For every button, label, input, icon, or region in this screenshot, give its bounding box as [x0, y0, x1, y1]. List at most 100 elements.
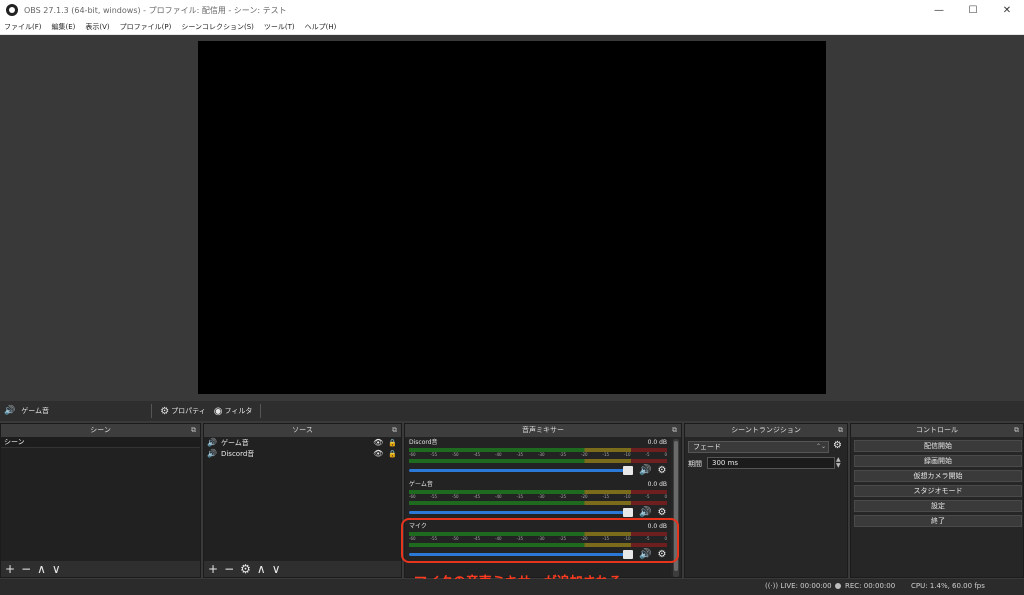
source-name: ゲーム音 [220, 438, 249, 447]
chevron-updown-icon: ⌃⌄ [815, 443, 826, 450]
menu-scene-collection[interactable]: シーンコレクション(S) [181, 22, 254, 32]
visibility-eye-icon[interactable]: 👁 [373, 449, 383, 458]
rec-status: REC: 00:00:00 [835, 582, 895, 590]
start-recording-button[interactable]: 録画開始 [854, 455, 1022, 467]
add-source-icon[interactable]: + [208, 561, 218, 577]
minimize-button[interactable]: — [922, 0, 956, 20]
move-up-icon[interactable]: ∧ [37, 561, 46, 577]
window-title: OBS 27.1.3 (64-bit, windows) - プロファイル: 配… [24, 5, 287, 15]
source-item[interactable]: 🔊 ゲーム音 👁 🔒 [204, 437, 401, 448]
sources-list: 🔊 ゲーム音 👁 🔒 🔊 Discord音 👁 🔒 [204, 437, 401, 561]
undock-icon[interactable]: ⧉ [672, 424, 677, 437]
sources-title-label: ソース [292, 426, 313, 434]
mic-mixer-highlight [401, 518, 679, 563]
volume-meter [409, 459, 667, 463]
scene-transitions-dock: シーントランジション ⧉ フェード ⌃⌄ ⚙ 期間 300 ms ▲ ▼ [684, 423, 848, 578]
properties-button[interactable]: ⚙ プロパティ [156, 406, 210, 417]
source-item[interactable]: 🔊 Discord音 👁 🔒 [204, 448, 401, 459]
speaker-icon: 🔊 [4, 406, 16, 416]
slider-handle[interactable] [623, 508, 633, 517]
close-button[interactable]: ✕ [990, 0, 1024, 20]
live-time: LIVE: 00:00:00 [780, 582, 832, 590]
volume-slider[interactable] [409, 508, 633, 517]
visibility-eye-icon[interactable]: 👁 [373, 438, 383, 447]
mixer-channel-game: ゲーム音 0.0 dB -60 -55 -50 -45 -40 -35 -30 -25 -20-… [407, 481, 669, 519]
channel-db: 0.0 dB [647, 439, 667, 446]
transitions-dock-title: シーントランジション ⧉ [685, 424, 847, 437]
speaker-icon[interactable]: 🔊 [639, 507, 651, 518]
speaker-icon: 🔊 [207, 449, 217, 458]
duration-label: 期間 [688, 460, 702, 468]
channel-name: ゲーム音 [409, 481, 433, 488]
divider [151, 404, 153, 418]
cpu-status: CPU: 1.4%, 60.00 fps [911, 582, 985, 590]
menu-bar: ファイル(F) 編集(E) 表示(V) プロファイル(P) シーンコレクション(… [0, 20, 1024, 35]
properties-label: プロパティ [171, 407, 206, 415]
exit-button[interactable]: 終了 [854, 515, 1022, 527]
channel-db: 0.0 dB [647, 481, 667, 488]
speaker-icon: 🔊 [207, 438, 217, 447]
undock-icon[interactable]: ⧉ [191, 424, 196, 437]
broadcast-icon: ((·)) [765, 582, 779, 590]
studio-mode-button[interactable]: スタジオモード [854, 485, 1022, 497]
menu-tools[interactable]: ツール(T) [264, 22, 295, 32]
move-down-icon[interactable]: ∨ [52, 561, 61, 577]
controls-dock-title: コントロール ⧉ [851, 424, 1023, 437]
controls-title-label: コントロール [916, 426, 958, 434]
filters-label: フィルタ [224, 407, 253, 415]
scene-item[interactable]: シーン [1, 437, 200, 448]
volume-slider[interactable] [409, 466, 633, 475]
menu-file[interactable]: ファイル(F) [4, 22, 42, 32]
filters-button[interactable]: ◉ フィルタ [210, 406, 257, 417]
mixer-dock-title: 音声ミキサー ⧉ [405, 424, 681, 437]
menu-profile[interactable]: プロファイル(P) [120, 22, 172, 32]
remove-source-icon[interactable]: − [224, 561, 234, 577]
transition-type-value: フェード [693, 443, 721, 451]
gear-icon[interactable]: ⚙ [240, 561, 251, 577]
transitions-title-label: シーントランジション [731, 426, 801, 434]
undock-icon[interactable]: ⧉ [1014, 424, 1019, 437]
menu-help[interactable]: ヘルプ(H) [305, 22, 337, 32]
scenes-title-label: シーン [90, 426, 111, 434]
meter-ticks: -60 -55 -50 -45 -40 -35 -30 -25 -20 -15 -10 -5 0 [409, 494, 667, 499]
gear-icon[interactable]: ⚙ [657, 507, 666, 518]
scenes-dock-title: シーン ⧉ [1, 424, 200, 437]
preview-canvas[interactable] [198, 41, 826, 394]
filter-icon: ◉ [213, 405, 223, 417]
add-scene-icon[interactable]: + [5, 561, 15, 577]
source-name: Discord音 [220, 449, 255, 458]
sources-dock-title: ソース ⧉ [204, 424, 401, 437]
meter-ticks: -60 -55 -50 -45 -40 -35 -30 -25 -20 -15 -10 -5 0 [409, 452, 667, 457]
menu-edit[interactable]: 編集(E) [52, 22, 76, 32]
volume-meter [409, 501, 667, 505]
status-bar: ((·)) LIVE: 00:00:00 REC: 00:00:00 CPU: … [0, 579, 1024, 595]
record-icon [835, 583, 841, 589]
divider [260, 404, 262, 418]
channel-name: Discord音 [409, 439, 438, 446]
slider-handle[interactable] [623, 466, 633, 475]
duration-input[interactable]: 300 ms [707, 457, 835, 469]
move-up-icon[interactable]: ∧ [257, 561, 266, 577]
undock-icon[interactable]: ⧉ [838, 424, 843, 437]
selected-source-name: ゲーム音 [21, 407, 50, 415]
move-down-icon[interactable]: ∨ [272, 561, 281, 577]
title-bar: OBS 27.1.3 (64-bit, windows) - プロファイル: 配… [0, 0, 1024, 20]
gear-icon[interactable]: ⚙ [657, 465, 666, 476]
source-context-bar: 🔊 ゲーム音 ⚙ プロパティ ◉ フィルタ [0, 401, 1024, 421]
transition-type-select[interactable]: フェード ⌃⌄ [688, 441, 829, 453]
settings-button[interactable]: 設定 [854, 500, 1022, 512]
lock-icon[interactable]: 🔒 [388, 439, 397, 447]
gear-icon[interactable]: ⚙ [833, 440, 842, 451]
rec-time: REC: 00:00:00 [845, 582, 896, 590]
duration-spinner[interactable]: ▲ ▼ [836, 457, 841, 469]
menu-view[interactable]: 表示(V) [85, 22, 109, 32]
start-streaming-button[interactable]: 配信開始 [854, 440, 1022, 452]
undock-icon[interactable]: ⧉ [392, 424, 397, 437]
remove-scene-icon[interactable]: − [21, 561, 31, 577]
controls-dock: コントロール ⧉ 配信開始 録画開始 仮想カメラ開始 スタジオモード 設定 終了 [850, 423, 1024, 578]
lock-icon[interactable]: 🔒 [388, 450, 397, 458]
start-virtual-camera-button[interactable]: 仮想カメラ開始 [854, 470, 1022, 482]
preview-area [0, 35, 1024, 401]
maximize-button[interactable]: ☐ [956, 0, 990, 20]
speaker-icon[interactable]: 🔊 [639, 465, 651, 476]
